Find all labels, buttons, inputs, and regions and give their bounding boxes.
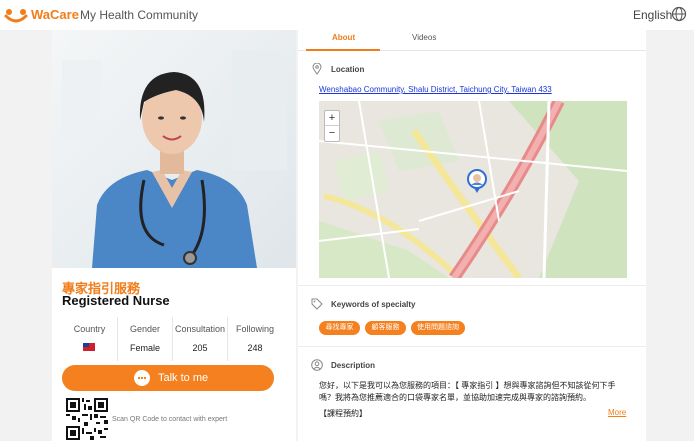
user-icon	[311, 359, 323, 371]
stat-following: Following 248	[227, 317, 282, 361]
profile-stats: Country Gender Female Consultation 205 F…	[62, 317, 282, 361]
talk-button-label: Talk to me	[158, 372, 209, 384]
top-bar: WaCare My Health Community English	[0, 0, 694, 30]
location-address-link[interactable]: Wenshabao Community, Shalu District, Tai…	[319, 85, 552, 94]
map-marker-icon[interactable]	[467, 169, 487, 193]
tag-icon	[311, 298, 323, 310]
stat-label: Gender	[129, 324, 161, 334]
brand-name[interactable]: WaCare	[31, 7, 79, 22]
active-tab-indicator	[306, 49, 380, 51]
profile-card: 專家指引服務 Registered Nurse Country Gender F…	[52, 30, 296, 441]
qr-instruction: Scan QR Code to contact with expert	[112, 416, 228, 423]
taiwan-flag-icon	[83, 343, 95, 351]
description-title: Description	[331, 361, 376, 370]
stat-label: Following	[235, 324, 275, 334]
description-text: 您好，以下是我可以為您服務的項目：【 專家指引 】想與專家諮詢但不知該從何下手嗎…	[319, 381, 616, 402]
zoom-out-button[interactable]: −	[325, 126, 339, 141]
chat-bubble-icon	[134, 370, 150, 386]
wacare-logo-icon[interactable]	[4, 6, 28, 24]
keywords-title: Keywords of specialty	[331, 300, 416, 309]
profile-role: Registered Nurse	[62, 293, 170, 308]
stat-label: Country	[73, 324, 106, 334]
description-line: 【課程預約】	[319, 409, 367, 418]
stat-country: Country	[62, 317, 117, 361]
stat-consultation: Consultation 205	[172, 317, 227, 361]
section-divider	[298, 346, 646, 347]
tab-bar: About Videos	[298, 30, 646, 51]
location-map[interactable]: + −	[319, 101, 627, 278]
stat-value: 205	[192, 343, 208, 353]
stat-value: 248	[247, 343, 263, 353]
profile-photo	[52, 30, 296, 268]
location-title: Location	[331, 65, 365, 74]
tab-videos[interactable]: Videos	[412, 33, 436, 42]
globe-icon[interactable]	[671, 6, 687, 22]
keyword-chip[interactable]: 顧客服務	[365, 321, 406, 335]
map-zoom-controls: + −	[324, 110, 340, 142]
about-panel: About Videos Location Wenshabao Communit…	[298, 30, 646, 441]
tab-about[interactable]: About	[332, 33, 355, 42]
location-pin-icon	[312, 63, 322, 75]
stat-gender: Gender Female	[117, 317, 172, 361]
zoom-in-button[interactable]: +	[325, 111, 339, 126]
section-divider	[298, 285, 646, 286]
qr-code	[66, 398, 108, 440]
more-link[interactable]: More	[608, 408, 626, 417]
language-selector[interactable]: English	[633, 8, 672, 22]
keyword-chip[interactable]: 使用問題諮詢	[411, 321, 465, 335]
keyword-chip[interactable]: 尋找專家	[319, 321, 360, 335]
stat-label: Consultation	[174, 324, 226, 334]
site-subtitle: My Health Community	[80, 8, 199, 22]
talk-to-me-button[interactable]: Talk to me	[62, 365, 274, 391]
stat-value: Female	[129, 343, 160, 353]
